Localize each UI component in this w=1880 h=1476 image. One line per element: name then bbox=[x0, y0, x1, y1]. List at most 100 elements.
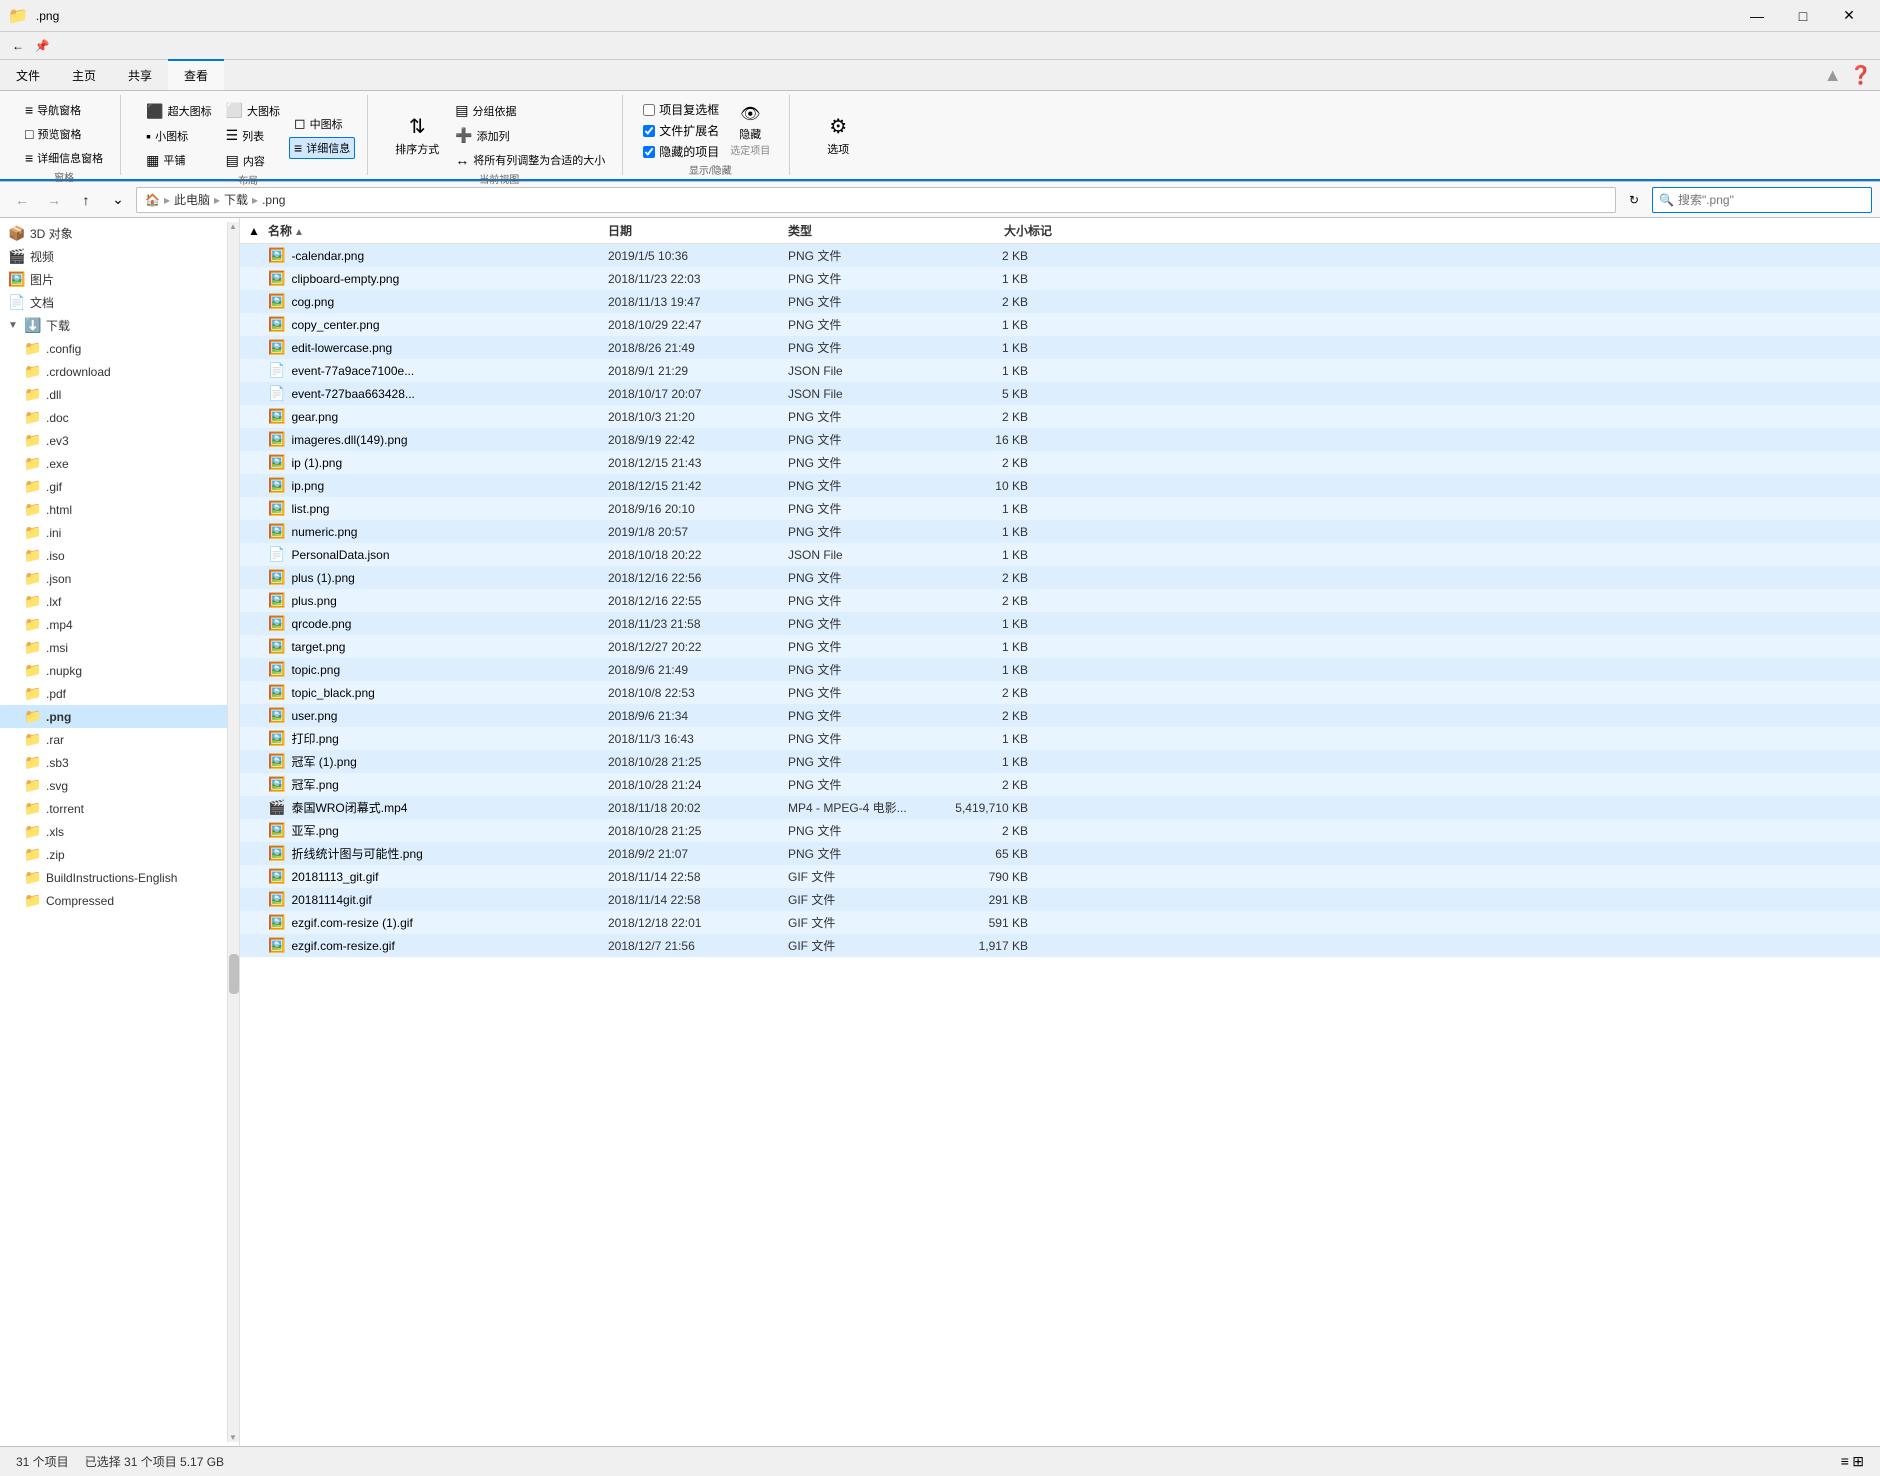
sidebar-item-config[interactable]: 📁 .config bbox=[0, 337, 227, 360]
table-row[interactable]: 🖼️ copy_center.png 2018/10/29 22:47 PNG … bbox=[240, 313, 1880, 336]
sidebar-item-xls[interactable]: 📁 .xls bbox=[0, 820, 227, 843]
tab-home[interactable]: 主页 bbox=[56, 60, 112, 90]
table-row[interactable]: 🖼️ target.png 2018/12/27 20:22 PNG 文件 1 … bbox=[240, 635, 1880, 658]
sidebar-item-png[interactable]: 📁 .png bbox=[0, 705, 227, 728]
table-row[interactable]: 🖼️ numeric.png 2019/1/8 20:57 PNG 文件 1 K… bbox=[240, 520, 1880, 543]
table-row[interactable]: 🖼️ 折线统计图与可能性.png 2018/9/2 21:07 PNG 文件 6… bbox=[240, 842, 1880, 865]
table-row[interactable]: 🖼️ 亚军.png 2018/10/28 21:25 PNG 文件 2 KB bbox=[240, 819, 1880, 842]
search-box[interactable]: 🔍 bbox=[1652, 187, 1872, 213]
sidebar-item-crdownload[interactable]: 📁 .crdownload bbox=[0, 360, 227, 383]
scroll-up-icon[interactable]: ▲ bbox=[229, 222, 237, 231]
sidebar-item-doc[interactable]: 📁 .doc bbox=[0, 406, 227, 429]
sidebar-item-json[interactable]: 📁 .json bbox=[0, 567, 227, 590]
tab-view[interactable]: 查看 bbox=[168, 59, 224, 90]
medium-icon-button[interactable]: ◻ 中图标 bbox=[289, 112, 355, 135]
table-row[interactable]: 🖼️ ip.png 2018/12/15 21:42 PNG 文件 10 KB bbox=[240, 474, 1880, 497]
ribbon-help-icon[interactable]: ❓ bbox=[1850, 60, 1880, 90]
table-row[interactable]: 🖼️ topic_black.png 2018/10/8 22:53 PNG 文… bbox=[240, 681, 1880, 704]
col-type[interactable]: 类型 bbox=[788, 222, 908, 239]
view-icon-btn[interactable]: ⊞ bbox=[1852, 1453, 1864, 1470]
tab-file[interactable]: 文件 bbox=[0, 60, 56, 90]
nav-pane-button[interactable]: ≡ 导航窗格 bbox=[20, 99, 108, 121]
small-icon-button[interactable]: ▪ 小图标 bbox=[141, 125, 216, 147]
col-date[interactable]: 日期 bbox=[608, 222, 788, 239]
sidebar-item-downloads[interactable]: ▼ ⬇️ 下载 bbox=[0, 314, 227, 337]
sidebar-item-svg[interactable]: 📁 .svg bbox=[0, 774, 227, 797]
sidebar-item-build[interactable]: 📁 BuildInstructions-English bbox=[0, 866, 227, 889]
checkbox-hidden-input[interactable] bbox=[643, 146, 655, 158]
checkbox-selection[interactable]: 项目复选框 bbox=[643, 100, 719, 119]
details-pane-button[interactable]: ≡ 详细信息窗格 bbox=[20, 147, 108, 169]
sidebar-item-nupkg[interactable]: 📁 .nupkg bbox=[0, 659, 227, 682]
content-button[interactable]: ▤ 内容 bbox=[221, 149, 285, 172]
table-row[interactable]: 🖼️ 20181113_git.gif 2018/11/14 22:58 GIF… bbox=[240, 865, 1880, 888]
table-row[interactable]: 🖼️ 打印.png 2018/11/3 16:43 PNG 文件 1 KB bbox=[240, 727, 1880, 750]
col-tag[interactable]: 标记 bbox=[1028, 222, 1872, 239]
sidebar-item-compressed[interactable]: 📁 Compressed bbox=[0, 889, 227, 912]
checkbox-extension[interactable]: 文件扩展名 bbox=[643, 121, 719, 140]
sidebar-scrollbar[interactable]: ▲ ▼ bbox=[227, 222, 239, 1442]
detail-button[interactable]: ≡ 详细信息 bbox=[289, 137, 355, 159]
table-row[interactable]: 📄 event-77a9ace7100e... 2018/9/1 21:29 J… bbox=[240, 359, 1880, 382]
tab-share[interactable]: 共享 bbox=[112, 60, 168, 90]
table-row[interactable]: 📄 event-727baa663428... 2018/10/17 20:07… bbox=[240, 382, 1880, 405]
refresh-button[interactable]: ↻ bbox=[1620, 186, 1648, 214]
close-button[interactable]: ✕ bbox=[1826, 0, 1872, 32]
col-size[interactable]: 大小 bbox=[908, 222, 1028, 239]
table-row[interactable]: 🖼️ imageres.dll(149).png 2018/9/19 22:42… bbox=[240, 428, 1880, 451]
checkbox-extension-input[interactable] bbox=[643, 125, 655, 137]
checkbox-selection-input[interactable] bbox=[643, 104, 655, 116]
sidebar-item-ev3[interactable]: 📁 .ev3 bbox=[0, 429, 227, 452]
table-row[interactable]: 🖼️ qrcode.png 2018/11/23 21:58 PNG 文件 1 … bbox=[240, 612, 1880, 635]
table-row[interactable]: 🖼️ ezgif.com-resize.gif 2018/12/7 21:56 … bbox=[240, 934, 1880, 957]
address-path[interactable]: 🏠 ▸ 此电脑 ▸ 下载 ▸ .png bbox=[136, 187, 1616, 213]
sidebar-item-exe[interactable]: 📁 .exe bbox=[0, 452, 227, 475]
table-row[interactable]: 🖼️ edit-lowercase.png 2018/8/26 21:49 PN… bbox=[240, 336, 1880, 359]
fit-col-button[interactable]: ↔ 将所有列调整为合适的大小 bbox=[450, 149, 610, 171]
sidebar-item-msi[interactable]: 📁 .msi bbox=[0, 636, 227, 659]
minimize-button[interactable]: — bbox=[1734, 0, 1780, 32]
table-row[interactable]: 🖼️ ip (1).png 2018/12/15 21:43 PNG 文件 2 … bbox=[240, 451, 1880, 474]
sidebar-item-ini[interactable]: 📁 .ini bbox=[0, 521, 227, 544]
table-row[interactable]: 🖼️ 冠军.png 2018/10/28 21:24 PNG 文件 2 KB bbox=[240, 773, 1880, 796]
sort-button[interactable]: ⇅ 排序方式 bbox=[388, 109, 446, 162]
sidebar-item-rar[interactable]: 📁 .rar bbox=[0, 728, 227, 751]
table-row[interactable]: 🖼️ clipboard-empty.png 2018/11/23 22:03 … bbox=[240, 267, 1880, 290]
sidebar-item-torrent[interactable]: 📁 .torrent bbox=[0, 797, 227, 820]
preview-pane-button[interactable]: □ 预览窗格 bbox=[20, 123, 108, 145]
extra-large-icon-button[interactable]: ⬛ 超大图标 bbox=[141, 100, 216, 123]
sidebar-item-pictures[interactable]: 🖼️ 图片 bbox=[0, 268, 227, 291]
recent-button[interactable]: ⌄ bbox=[104, 186, 132, 214]
sidebar-item-iso[interactable]: 📁 .iso bbox=[0, 544, 227, 567]
sidebar-scrollbar-thumb[interactable] bbox=[229, 954, 239, 994]
checkbox-hidden[interactable]: 隐藏的项目 bbox=[643, 142, 719, 161]
search-input[interactable] bbox=[1678, 193, 1865, 207]
table-row[interactable]: 🖼️ plus.png 2018/12/16 22:55 PNG 文件 2 KB bbox=[240, 589, 1880, 612]
sidebar-item-lxf[interactable]: 📁 .lxf bbox=[0, 590, 227, 613]
qa-back-button[interactable]: ← bbox=[8, 36, 28, 56]
options-button[interactable]: ⚙ 选项 bbox=[813, 109, 863, 162]
list-button[interactable]: ☰ 列表 bbox=[221, 124, 285, 147]
sidebar-item-video[interactable]: 🎬 视频 bbox=[0, 245, 227, 268]
table-row[interactable]: 🖼️ plus (1).png 2018/12/16 22:56 PNG 文件 … bbox=[240, 566, 1880, 589]
table-row[interactable]: 🖼️ ezgif.com-resize (1).gif 2018/12/18 2… bbox=[240, 911, 1880, 934]
sidebar-item-gif[interactable]: 📁 .gif bbox=[0, 475, 227, 498]
maximize-button[interactable]: □ bbox=[1780, 0, 1826, 32]
table-row[interactable]: 🖼️ gear.png 2018/10/3 21:20 PNG 文件 2 KB bbox=[240, 405, 1880, 428]
sidebar-item-sb3[interactable]: 📁 .sb3 bbox=[0, 751, 227, 774]
table-row[interactable]: 🖼️ 20181114git.gif 2018/11/14 22:58 GIF … bbox=[240, 888, 1880, 911]
sidebar-item-3d[interactable]: 📦 3D 对象 bbox=[0, 222, 227, 245]
large-icon-button[interactable]: ⬜ 大图标 bbox=[221, 99, 285, 122]
sidebar-item-zip[interactable]: 📁 .zip bbox=[0, 843, 227, 866]
tile-button[interactable]: ▦ 平铺 bbox=[141, 149, 216, 172]
sidebar-item-pdf[interactable]: 📁 .pdf bbox=[0, 682, 227, 705]
sidebar-item-documents[interactable]: 📄 文档 bbox=[0, 291, 227, 314]
ribbon-collapse-icon[interactable]: ▲ bbox=[1824, 60, 1850, 90]
sidebar-item-mp4[interactable]: 📁 .mp4 bbox=[0, 613, 227, 636]
view-detail-btn[interactable]: ≡ bbox=[1841, 1453, 1849, 1469]
up-button[interactable]: ↑ bbox=[72, 186, 100, 214]
scroll-down-icon[interactable]: ▼ bbox=[229, 1433, 237, 1442]
col-name[interactable]: 名称▲ bbox=[268, 222, 608, 239]
back-button[interactable]: ← bbox=[8, 186, 36, 214]
table-row[interactable]: 🖼️ -calendar.png 2019/1/5 10:36 PNG 文件 2… bbox=[240, 244, 1880, 267]
